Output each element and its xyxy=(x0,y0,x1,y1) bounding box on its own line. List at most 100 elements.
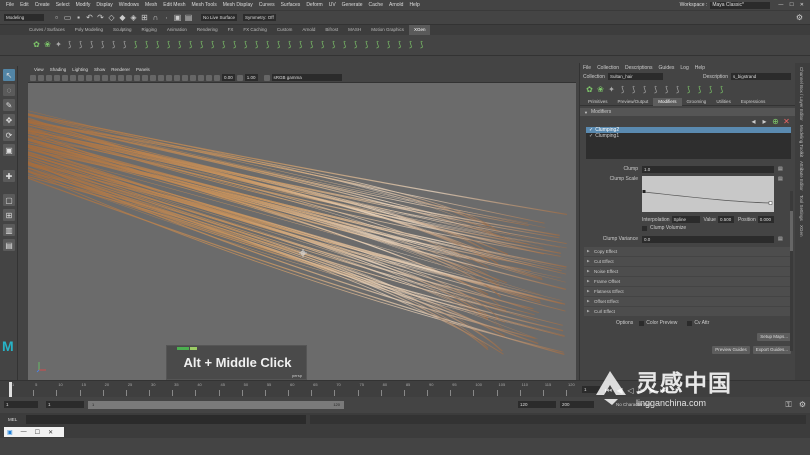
save-scene-icon[interactable]: ▪ xyxy=(74,12,83,23)
curve-editor-icon[interactable]: ▤ xyxy=(778,176,783,182)
effect-offset-effect[interactable]: Offset Effect xyxy=(584,297,791,306)
groom-freeze-icon[interactable]: ⟆ xyxy=(197,40,206,51)
snap-curve-icon[interactable]: ∩ xyxy=(151,12,160,23)
shelf-tab-curves-surfaces[interactable]: Curves / Surfaces xyxy=(24,25,70,35)
new-scene-icon[interactable]: ▫ xyxy=(52,12,61,23)
xgen-refresh-icon[interactable]: ⟆ xyxy=(706,84,715,95)
setup-maps-button[interactable]: Setup Maps... xyxy=(757,333,791,341)
viewport-menu-view[interactable]: View xyxy=(34,67,44,72)
xgen-menu-help[interactable]: Help xyxy=(695,65,705,71)
groom-settings-icon[interactable]: ⟆ xyxy=(351,40,360,51)
shelf-tab-poly-modeling[interactable]: Poly Modeling xyxy=(70,25,108,35)
shelf-tab-rigging[interactable]: Rigging xyxy=(137,25,162,35)
menu-item-uv[interactable]: UV xyxy=(329,2,336,8)
grid-toggle-icon[interactable] xyxy=(62,74,68,81)
render-icon[interactable]: ▣ xyxy=(173,12,182,23)
effect-flatness-effect[interactable]: Flatness Effect xyxy=(584,287,791,296)
menu-item-display[interactable]: Display xyxy=(96,2,112,8)
modifier-item-clumping1[interactable]: ✓ Clumping1 xyxy=(586,133,791,139)
menu-item-cache[interactable]: Cache xyxy=(369,2,383,8)
value-field[interactable]: 0.500 xyxy=(717,216,734,223)
open-scene-icon[interactable]: ▭ xyxy=(63,12,72,23)
viewport-3d[interactable]: Alt + Middle Click persp xyxy=(28,83,576,380)
guide-length-icon[interactable]: ⟆ xyxy=(109,40,118,51)
shelf-tab-fx[interactable]: FX xyxy=(223,25,239,35)
shelf-tab-rendering[interactable]: Rendering xyxy=(192,25,223,35)
select-tool-icon[interactable]: ↖ xyxy=(3,69,15,81)
scrollbar-thumb[interactable] xyxy=(790,211,793,251)
shelf-tab-animation[interactable]: Animation xyxy=(162,25,192,35)
playback-start-field[interactable]: 1 xyxy=(46,401,84,408)
mode-dropdown[interactable]: Modeling xyxy=(4,14,44,21)
side-tab-xgen[interactable]: XGen xyxy=(799,225,804,237)
window-maximize-icon[interactable]: ☐ xyxy=(35,429,40,436)
collection-dropdown[interactable]: Sultan_hair xyxy=(607,73,663,80)
ipr-render-icon[interactable]: ▤ xyxy=(184,12,193,23)
smooth-shade-icon[interactable] xyxy=(126,74,132,81)
xgen-preview-icon[interactable]: ⟆ xyxy=(684,84,693,95)
move-down-icon[interactable]: ▸ xyxy=(760,116,769,127)
live-surface-field[interactable]: No Live Surface xyxy=(201,14,238,21)
xgen-tab-preview-output[interactable]: Preview/Output xyxy=(613,98,654,106)
xgen-menu-log[interactable]: Log xyxy=(680,65,688,71)
field-chart-icon[interactable] xyxy=(94,74,100,81)
use-lights-icon[interactable] xyxy=(134,74,140,81)
xgen-sculpt-guide-icon[interactable]: ⟆ xyxy=(640,84,649,95)
range-bar[interactable]: 1 120 xyxy=(88,401,344,409)
menu-item-edit-mesh[interactable]: Edit Mesh xyxy=(163,2,185,8)
viewport-menu-renderer[interactable]: Renderer xyxy=(111,67,130,72)
xgen-create-description-icon[interactable]: ❀ xyxy=(596,84,605,95)
groom-width-icon[interactable]: ⟆ xyxy=(252,40,261,51)
groom-preview-icon[interactable]: ⟆ xyxy=(296,40,305,51)
gate-mask-icon[interactable] xyxy=(86,74,92,81)
xgen-tab-grooming[interactable]: Grooming xyxy=(682,98,712,106)
shelf-tab-bifrost[interactable]: Bifrost xyxy=(320,25,343,35)
menu-item-generate[interactable]: Generate xyxy=(342,2,363,8)
xgen-auto-update-icon[interactable]: ⟆ xyxy=(717,84,726,95)
menu-item-mesh[interactable]: Mesh xyxy=(145,2,157,8)
shelf-tab-custom[interactable]: Custom xyxy=(272,25,298,35)
groom-clump-icon[interactable]: ⟆ xyxy=(186,40,195,51)
depth-field-icon[interactable] xyxy=(206,74,212,81)
ambient-occlusion-icon[interactable] xyxy=(182,74,188,81)
window-close-icon[interactable]: ✕ xyxy=(48,429,53,436)
menu-item-create[interactable]: Create xyxy=(35,2,50,8)
last-tool-icon[interactable]: ✚ xyxy=(3,170,15,182)
xgen-normalize-icon[interactable]: ⟆ xyxy=(662,84,671,95)
viewport-menu-panels[interactable]: Panels xyxy=(136,67,150,72)
exposure-field[interactable]: 0.00 xyxy=(222,74,235,81)
move-up-icon[interactable]: ◂ xyxy=(749,116,758,127)
anti-alias-icon[interactable] xyxy=(198,74,204,81)
color-manage-icon[interactable] xyxy=(263,74,270,81)
exposure-icon[interactable] xyxy=(214,74,220,81)
groom-density-icon[interactable]: ⟆ xyxy=(142,40,151,51)
camera-icon[interactable] xyxy=(30,74,36,81)
xgen-menu-file[interactable]: File xyxy=(583,65,591,71)
shelf-tab-fx-caching[interactable]: FX Caching xyxy=(238,25,272,35)
clump-scale-curve[interactable] xyxy=(642,176,774,212)
single-view-icon[interactable]: ▢ xyxy=(3,194,15,206)
effect-noise-effect[interactable]: Noise Effect xyxy=(584,267,791,276)
menu-item-windows[interactable]: Windows xyxy=(119,2,139,8)
shelf-tab-arnold[interactable]: Arnold xyxy=(297,25,320,35)
interpolation-dropdown[interactable]: Spline xyxy=(671,216,700,223)
maximize-icon[interactable]: ☐ xyxy=(789,2,793,8)
menu-item-arnold[interactable]: Arnold xyxy=(389,2,403,8)
xgen-tab-expressions[interactable]: Expressions xyxy=(736,98,771,106)
groom-length-icon[interactable]: ⟆ xyxy=(241,40,250,51)
menu-item-file[interactable]: File xyxy=(6,2,14,8)
menu-item-surfaces[interactable]: Surfaces xyxy=(281,2,301,8)
close-icon[interactable]: ✕ xyxy=(800,2,804,8)
xgen-add-guide-icon[interactable]: ⟆ xyxy=(618,84,627,95)
position-field[interactable]: 0.000 xyxy=(757,216,774,223)
viewport-menu-shading[interactable]: Shading xyxy=(50,67,67,72)
groom-cut-icon[interactable]: ⟆ xyxy=(164,40,173,51)
groom-extra-icon[interactable]: ⟆ xyxy=(362,40,371,51)
xgen-select-guide-icon[interactable]: ⟆ xyxy=(629,84,638,95)
select-object-icon[interactable]: ◆ xyxy=(118,12,127,23)
description-dropdown[interactable]: s_bigstrand xyxy=(730,73,791,80)
effect-curl-effect[interactable]: Curl Effect xyxy=(584,307,791,316)
redo-icon[interactable]: ↷ xyxy=(96,12,105,23)
guide-icon[interactable]: ✦ xyxy=(54,40,63,51)
mel-label[interactable]: MEL xyxy=(8,417,26,422)
